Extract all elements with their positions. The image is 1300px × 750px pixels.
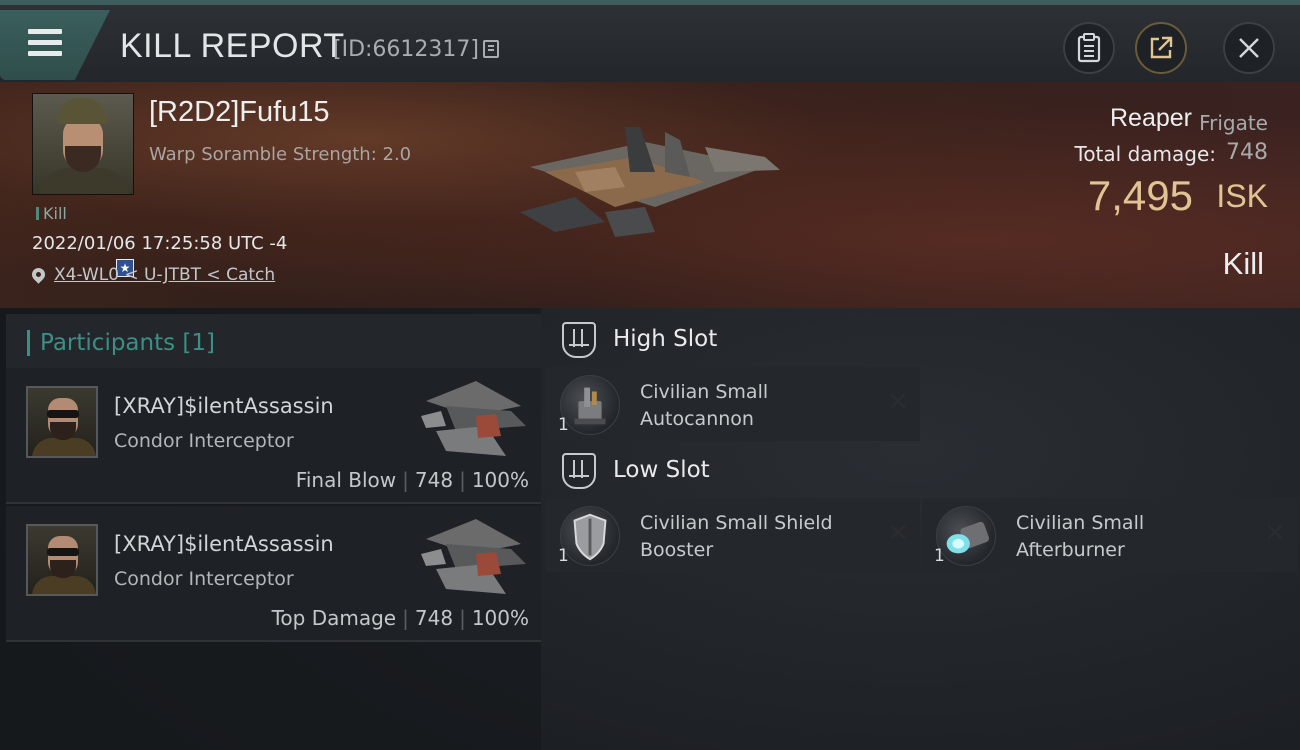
participants-panel: Participants [1] [XRAY]$ilentAssassin Co… [0,308,541,750]
report-id: [ID:6612317] [333,37,479,62]
participant-stats: Top Damage | 748 | 100% [271,606,529,630]
menu-button[interactable] [0,10,110,80]
page-title: KILL REPORT [120,27,345,65]
participant-role: Final Blow [295,468,397,492]
remove-icon[interactable] [888,391,908,411]
autocannon-icon [560,375,620,435]
module-quantity: 1 [558,546,569,566]
remove-icon[interactable] [1265,522,1285,542]
close-icon [1239,38,1259,58]
module-item[interactable]: 1 Civilian Small Autocannon [546,367,920,441]
location-link[interactable]: X4-WL0 < U-JTBT < Catch [54,265,275,285]
top-bar: KILL REPORT [ID:6612317] [0,0,1300,82]
kill-timestamp: 2022/01/06 17:25:58 UTC -4 [32,233,288,254]
ship-name[interactable]: Reaper [1110,104,1192,133]
participant-row[interactable]: [XRAY]$ilentAssassin Condor Interceptor … [6,368,541,504]
participant-row[interactable]: [XRAY]$ilentAssassin Condor Interceptor … [6,506,541,642]
kill-location[interactable]: X4-WL0 < U-JTBT < Catch [29,265,275,285]
participant-name: [XRAY]$ilentAssassin [114,394,334,418]
module-name: Civilian Small Afterburner [1016,512,1145,561]
participant-ship-image [421,381,526,456]
participants-label: Participants [1] [40,330,215,356]
participant-ship-image [421,519,526,594]
participant-percent: 100% [471,606,529,630]
participant-percent: 100% [471,468,529,492]
high-slot-header: High Slot [548,312,928,370]
module-item[interactable]: 1 Civilian Small Afterburner [922,498,1297,572]
remove-icon[interactable] [888,522,908,542]
participant-stats: Final Blow | 748 | 100% [295,468,529,492]
low-slot-icon [562,453,596,489]
share-icon [1150,36,1173,59]
module-quantity: 1 [934,546,945,566]
high-slot-label: High Slot [613,326,718,352]
high-slot-icon [562,322,596,358]
kill-tag: Kill [36,204,67,223]
participant-avatar [26,386,98,458]
participants-header: Participants [1] [6,314,541,372]
total-damage-value: 748 [1226,140,1268,165]
clipboard-button[interactable] [1063,22,1115,74]
isk-unit: ISK [1216,178,1268,214]
warp-scramble-strength: Warp Soramble Strength: 2.0 [149,144,412,165]
isk-value: 7,495 [1087,172,1193,219]
hamburger-icon [28,29,62,62]
victim-panel: ★ [R2D2]Fufu15 Warp Soramble Strength: 2… [0,82,1300,308]
afterburner-icon [936,506,996,566]
victim-ship-image [520,127,780,237]
participant-damage: 748 [414,606,454,630]
participant-ship: Condor Interceptor [114,430,294,452]
copy-icon[interactable] [483,40,499,58]
kill-tag-label: Kill [43,204,67,223]
kill-type: Kill [1222,246,1264,281]
victim-name[interactable]: [R2D2]Fufu15 [149,96,330,129]
low-slot-label: Low Slot [613,457,710,483]
shield-booster-icon [560,506,620,566]
module-name: Civilian Small Shield Booster [640,512,833,561]
total-damage-label: Total damage: [1074,142,1217,166]
ship-class: Frigate [1199,111,1268,135]
close-button[interactable] [1223,22,1275,74]
module-quantity: 1 [558,415,569,435]
location-pin-icon [29,265,48,284]
module-name: Civilian Small Autocannon [640,381,769,430]
participant-role: Top Damage [271,606,397,630]
participant-avatar [26,524,98,596]
clipboard-icon [1077,33,1101,63]
participant-name: [XRAY]$ilentAssassin [114,532,334,556]
module-item[interactable]: 1 Civilian Small Shield Booster [546,498,920,572]
low-slot-header: Low Slot [548,443,928,501]
participant-damage: 748 [414,468,454,492]
share-button[interactable] [1135,22,1187,74]
victim-portrait[interactable] [32,93,134,195]
participant-ship: Condor Interceptor [114,568,294,590]
